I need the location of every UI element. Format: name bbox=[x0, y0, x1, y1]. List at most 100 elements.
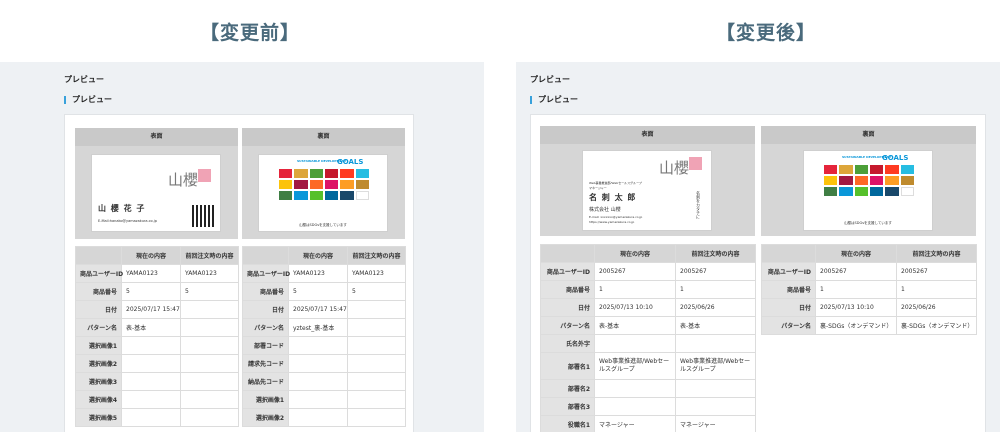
row-label: 商品番号 bbox=[761, 280, 816, 299]
row-previous-value: 2005267 bbox=[675, 262, 756, 281]
row-current-value bbox=[121, 336, 181, 355]
table-row: 選択画像5 bbox=[75, 408, 239, 427]
row-current-value: 2025/07/13 10:10 bbox=[594, 298, 676, 317]
business-card-front: 山櫻 Web事業推進部/Webセールスグループ マネージャー 名 刺 太 郎 株… bbox=[582, 150, 712, 231]
row-current-value: 表-基本 bbox=[121, 318, 181, 337]
row-label: 選択画像4 bbox=[75, 390, 122, 409]
row-label: 商品ユーザーID bbox=[761, 262, 816, 281]
table-row: 商品ユーザーID 2005267 2005267 bbox=[761, 262, 977, 281]
table-row: 日付 2025/07/13 10:10 2025/06/26 bbox=[540, 298, 756, 317]
row-current-value: 2005267 bbox=[594, 262, 676, 281]
row-current-value bbox=[288, 408, 348, 427]
back-label: 裏面 bbox=[242, 128, 405, 146]
sdg-goals-text: GOALS bbox=[882, 154, 909, 162]
row-previous-value bbox=[347, 354, 406, 373]
row-label: 日付 bbox=[761, 298, 816, 317]
before-panel: プレビュー プレビュー 表面 山櫻 山 櫻 花 子 E-Mail:hanako@… bbox=[0, 62, 484, 432]
row-label: 納品先コード bbox=[242, 372, 289, 391]
row-label: 選択画像1 bbox=[242, 390, 289, 409]
preview-card: 表面 山櫻 山 櫻 花 子 E-Mail:hanako@yamazakura.c… bbox=[64, 114, 414, 432]
row-current-value: 2025/07/17 15:47 bbox=[288, 300, 348, 319]
row-label: 日付 bbox=[242, 300, 289, 319]
row-previous-value: YAMA0123 bbox=[347, 264, 406, 283]
table-row: パターン名 裏-SDGs（オンデマンド） 裏-SDGs（オンデマンド） bbox=[761, 316, 977, 335]
business-card-front: 山櫻 山 櫻 花 子 E-Mail:hanako@yamazakura.co.j… bbox=[91, 154, 221, 232]
header-blank bbox=[540, 244, 595, 263]
row-previous-value bbox=[180, 318, 239, 337]
row-previous-value: Web事業推進部/Webセールスグループ bbox=[675, 352, 756, 380]
row-label: パターン名 bbox=[761, 316, 816, 335]
logo-mark bbox=[689, 157, 702, 170]
row-previous-value bbox=[347, 372, 406, 391]
row-previous-value: 1 bbox=[896, 280, 977, 299]
after-panel: プレビュー プレビュー 表面 山櫻 Web事業推進部/Webセールスグループ マ… bbox=[516, 62, 1000, 432]
row-label: 役職名1 bbox=[540, 415, 595, 432]
row-previous-value bbox=[180, 390, 239, 409]
card-title: マネージャー bbox=[589, 186, 607, 190]
card-email: E-mail: xxxxxxx@yamazakura.co.jp bbox=[589, 215, 643, 219]
table-row: 商品番号 1 1 bbox=[761, 280, 977, 299]
row-label: 請求先コード bbox=[242, 354, 289, 373]
row-label: 商品番号 bbox=[242, 282, 289, 301]
front-info-table: 現在の内容 前回注文時の内容 商品ユーザーID YAMA0123 YAMA0123 商… bbox=[75, 246, 239, 427]
header-blank bbox=[761, 244, 816, 263]
header-previous: 前回注文時の内容 bbox=[347, 246, 406, 265]
row-previous-value: 2005267 bbox=[896, 262, 977, 281]
table-row: 選択画像2 bbox=[75, 354, 239, 373]
row-current-value: 2005267 bbox=[815, 262, 897, 281]
row-previous-value bbox=[347, 336, 406, 355]
sdg-caption: 山櫻はSDGsを支援しています bbox=[299, 223, 347, 227]
row-label: 選択画像5 bbox=[75, 408, 122, 427]
row-previous-value bbox=[347, 300, 406, 319]
business-card-back: SUSTAINABLE DEVELOPMENT GOALS 山櫻はSDGsを支援… bbox=[258, 154, 388, 232]
row-current-value: YAMA0123 bbox=[288, 264, 348, 283]
header-current: 現在の内容 bbox=[288, 246, 348, 265]
row-current-value bbox=[288, 354, 348, 373]
row-label: パターン名 bbox=[540, 316, 595, 335]
table-row: 選択画像1 bbox=[75, 336, 239, 355]
card-name: 山 櫻 花 子 bbox=[98, 204, 146, 213]
row-current-value bbox=[288, 372, 348, 391]
back-preview: 裏面 SUSTAINABLE DEVELOPMENT GOALS 山櫻はSDGs… bbox=[242, 128, 405, 239]
row-current-value: yztest_裏-基本 bbox=[288, 318, 348, 337]
row-current-value: マネージャー bbox=[594, 415, 676, 432]
row-current-value: 裏-SDGs（オンデマンド） bbox=[815, 316, 897, 335]
header-current: 現在の内容 bbox=[815, 244, 897, 263]
table-row: 商品番号 5 5 bbox=[75, 282, 239, 301]
sdg-grid bbox=[824, 165, 914, 196]
back-label: 裏面 bbox=[761, 126, 976, 144]
header-blank bbox=[242, 246, 289, 265]
row-previous-value: 5 bbox=[180, 282, 239, 301]
panel-title: プレビュー bbox=[64, 75, 104, 84]
row-current-value bbox=[121, 408, 181, 427]
qr-code bbox=[192, 205, 214, 227]
preview-card: 表面 山櫻 Web事業推進部/Webセールスグループ マネージャー 名 刺 太 … bbox=[530, 114, 986, 432]
table-row: 商品番号 5 5 bbox=[242, 282, 406, 301]
panel-title: プレビュー bbox=[530, 75, 570, 84]
row-current-value bbox=[121, 390, 181, 409]
row-previous-value bbox=[347, 390, 406, 409]
header-previous: 前回注文時の内容 bbox=[675, 244, 756, 263]
row-previous-value: 裏-SDGs（オンデマンド） bbox=[896, 316, 977, 335]
row-label: 選択画像1 bbox=[75, 336, 122, 355]
row-current-value bbox=[288, 390, 348, 409]
row-current-value bbox=[288, 336, 348, 355]
table-row: 選択画像1 bbox=[242, 390, 406, 409]
front-info-table: 現在の内容 前回注文時の内容 商品ユーザーID 2005267 2005267 商品番… bbox=[540, 244, 756, 432]
table-row: 選択画像4 bbox=[75, 390, 239, 409]
row-previous-value: 5 bbox=[347, 282, 406, 301]
logo-text: 山櫻 bbox=[658, 159, 689, 177]
row-previous-value: 1 bbox=[675, 280, 756, 299]
row-current-value: 表-基本 bbox=[594, 316, 676, 335]
table-row: 部署名3 bbox=[540, 397, 756, 416]
row-label: 部署コード bbox=[242, 336, 289, 355]
sdg-goals-text: GOALS bbox=[337, 158, 364, 166]
card-name: 名 刺 太 郎 bbox=[589, 193, 637, 202]
table-row: 氏名外字 bbox=[540, 334, 756, 353]
back-preview: 裏面 SUSTAINABLE DEVELOPMENT GOALS 山櫻はSDGs… bbox=[761, 126, 976, 236]
before-heading: 【変更前】 bbox=[200, 22, 301, 44]
card-url: https://www.yamazakura.co.jp bbox=[589, 220, 635, 224]
row-label: 選択画像2 bbox=[75, 354, 122, 373]
row-current-value: 2025/07/13 10:10 bbox=[815, 298, 897, 317]
table-row: 役職名1 マネージャー マネージャー bbox=[540, 415, 756, 432]
